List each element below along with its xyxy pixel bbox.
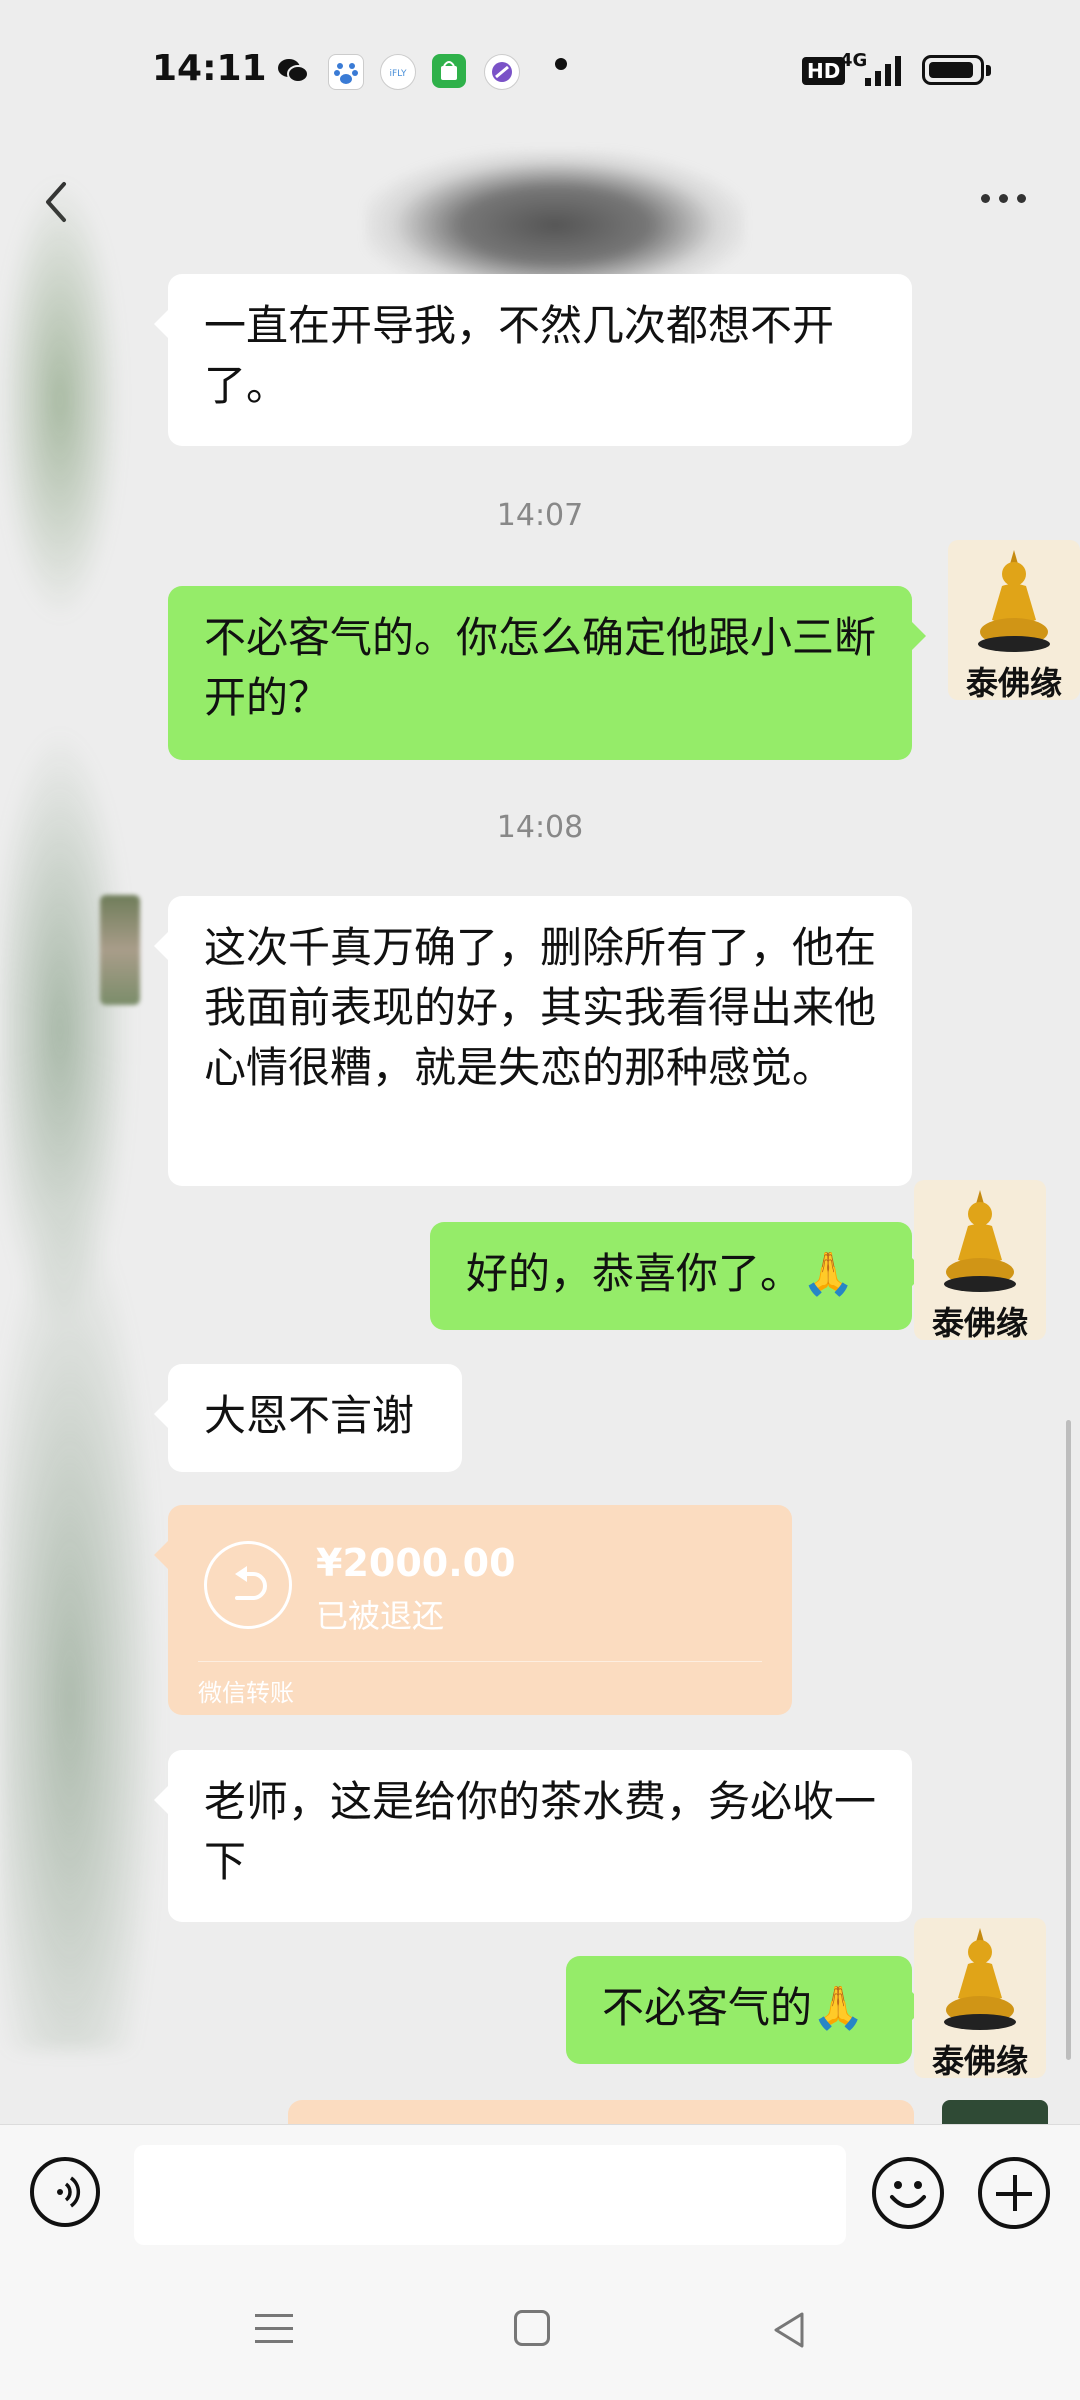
voice-icon[interactable]: [30, 2157, 100, 2227]
buddha-icon: [944, 1190, 1016, 1292]
system-nav-bar: [0, 2254, 1080, 2400]
avatar-label: 泰佛缘: [931, 2042, 1028, 2078]
message-text: 不必客气的。你怎么确定他跟小三断开的？: [204, 613, 877, 722]
message-text: 大恩不言谢: [204, 1391, 415, 1440]
svg-text:iFLY: iFLY: [390, 69, 407, 79]
battery-icon: [922, 55, 991, 85]
browser-icon: [484, 54, 520, 90]
transfer-amount: ¥2000.00: [316, 1541, 516, 1585]
timestamp: 14:07: [496, 498, 584, 533]
avatar-label: 泰佛缘: [931, 1304, 1028, 1340]
baidu-icon: [328, 54, 364, 90]
message-text: 一直在开导我，不然几次都想不开了。: [204, 301, 835, 410]
hd-badge: HD: [802, 57, 846, 85]
message-input[interactable]: [134, 2145, 846, 2245]
ifly-icon: iFLY: [380, 54, 416, 90]
menu-icon[interactable]: [255, 2314, 293, 2344]
transfer-label: 微信转账: [198, 1679, 294, 1707]
home-icon[interactable]: [514, 2310, 550, 2346]
outgoing-message[interactable]: 不必客气的🙏: [566, 1956, 926, 2064]
emoji-icon[interactable]: [872, 2157, 944, 2229]
network-type: 4G: [840, 50, 868, 71]
buddha-icon: [978, 550, 1050, 652]
status-time: 14:11: [152, 48, 267, 89]
outgoing-message[interactable]: 不必客气的。你怎么确定他跟小三断开的？: [168, 586, 926, 760]
notification-dot: [555, 58, 567, 70]
divider: [198, 1661, 762, 1662]
timestamp: 14:08: [496, 810, 584, 845]
input-bar: [0, 2124, 1080, 2255]
scrollbar[interactable]: [1066, 1420, 1071, 2060]
more-dots-icon[interactable]: [975, 180, 1035, 220]
back-triangle-icon[interactable]: [770, 2310, 810, 2350]
message-text: 好的，恭喜你了。🙏: [466, 1249, 855, 1298]
buddha-icon: [944, 1928, 1016, 2030]
transfer-status: 已被退还: [316, 1597, 445, 1635]
my-avatar[interactable]: 泰佛缘: [914, 1918, 1046, 2078]
incoming-message[interactable]: 这次千真万确了，删除所有了，他在我面前表现的好，其实我看得出来他心情很糟，就是失…: [154, 896, 912, 1186]
transfer-card[interactable]: ¥2000.00 已被退还 微信转账: [154, 1505, 792, 1715]
avatar-label: 泰佛缘: [965, 664, 1062, 700]
message-text: 老师，这是给你的茶水费，务必收一下: [204, 1777, 877, 1886]
app-store-icon: [432, 54, 466, 88]
incoming-message[interactable]: 大恩不言谢: [154, 1364, 462, 1472]
blurred-contact-area: [0, 150, 170, 2050]
contact-avatar[interactable]: [100, 895, 140, 1005]
message-text: 不必客气的🙏: [602, 1983, 865, 2032]
outgoing-message[interactable]: 好的，恭喜你了。🙏: [430, 1222, 926, 1330]
refund-icon: [204, 1541, 292, 1629]
incoming-message[interactable]: 老师，这是给你的茶水费，务必收一下: [154, 1750, 912, 1922]
incoming-message[interactable]: 一直在开导我，不然几次都想不开了。: [154, 274, 912, 446]
plus-icon[interactable]: [978, 2157, 1050, 2229]
status-bar: 14:11 iFLY HD 4G: [0, 0, 1080, 140]
my-avatar[interactable]: 泰佛缘: [914, 1180, 1046, 1340]
signal-icon: [865, 56, 905, 86]
wechat-icon: [276, 54, 310, 88]
message-text: 这次千真万确了，删除所有了，他在我面前表现的好，其实我看得出来他心情很糟，就是失…: [204, 923, 877, 1092]
my-avatar[interactable]: 泰佛缘: [948, 540, 1080, 700]
